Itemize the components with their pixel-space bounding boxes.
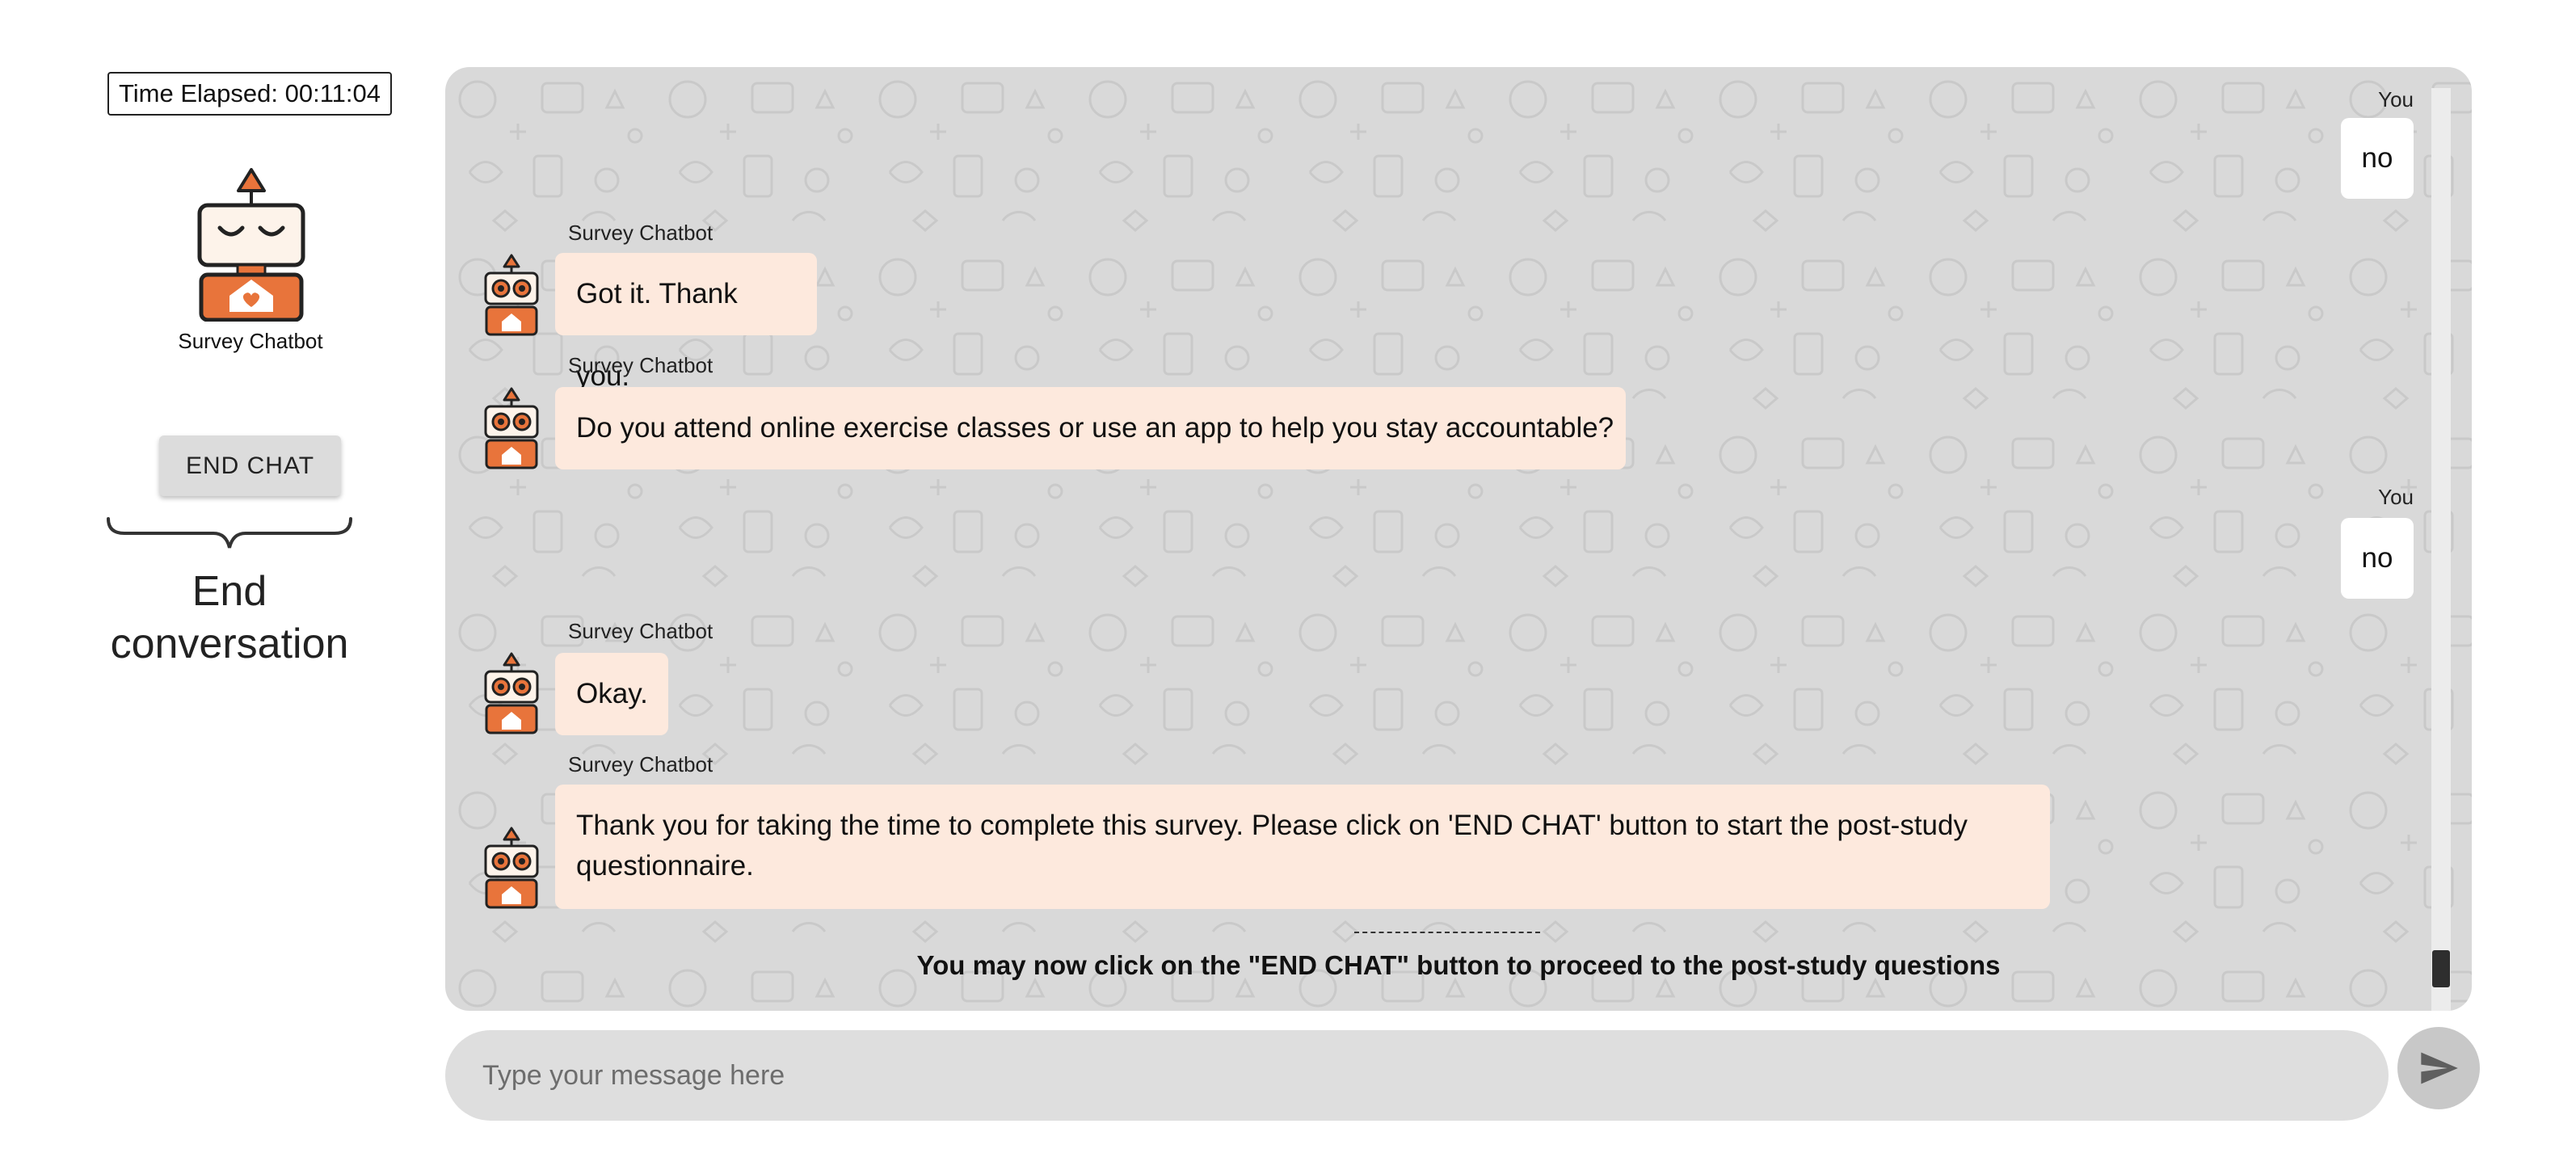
end-caption-line-2: conversation [110, 621, 349, 667]
user-message-bubble: no [2341, 518, 2414, 599]
chatbot-avatar-icon [197, 168, 305, 322]
message-input[interactable] [445, 1030, 2389, 1121]
chat-scrollbar-track[interactable] [2431, 88, 2451, 1011]
message-input-wrapper [445, 1030, 2389, 1121]
send-button[interactable] [2397, 1027, 2480, 1109]
end-chat-button[interactable]: END CHAT [159, 436, 341, 496]
curly-brace-icon [107, 517, 352, 549]
end-divider [1354, 932, 1540, 933]
end-conversation-caption: End conversation [81, 566, 378, 671]
bot-message-bubble: Got it. Thank you. [555, 253, 817, 392]
chatbot-name: Survey Chatbot [178, 329, 323, 353]
left-panel: Time Elapsed: 00:11:04 Survey Chatbot EN… [0, 0, 452, 1174]
sender-label-bot: Survey Chatbot [568, 221, 713, 245]
sender-label-bot: Survey Chatbot [568, 752, 713, 776]
proceed-notice: You may now click on the "END CHAT" butt… [916, 950, 2001, 980]
send-icon [2421, 1052, 2458, 1084]
chatbot-avatar-icon [484, 827, 539, 909]
sender-label-bot: Survey Chatbot [568, 353, 713, 377]
chatbot-avatar-icon [484, 652, 539, 734]
bot-message-bubble: Okay. [555, 653, 668, 735]
chatbot-avatar-icon [484, 387, 539, 469]
bot-message-bubble: Thank you for taking the time to complet… [555, 785, 2050, 909]
survey-chat-page: Time Elapsed: 00:11:04 Survey Chatbot EN… [0, 0, 2576, 1174]
end-caption-line-1: End [192, 568, 267, 615]
sender-label-user: You [2378, 485, 2414, 509]
time-elapsed-display: Time Elapsed: 00:11:04 [107, 72, 392, 116]
bot-message-bubble: Do you attend online exercise classes or… [555, 387, 1626, 469]
sender-label-bot: Survey Chatbot [568, 619, 713, 643]
chatbot-avatar-icon [484, 254, 539, 336]
user-message-bubble: no [2341, 118, 2414, 199]
chat-window[interactable]: You no Survey Chatbot Got it. Thank you.… [445, 67, 2472, 1011]
sender-label-user: You [2378, 87, 2414, 112]
